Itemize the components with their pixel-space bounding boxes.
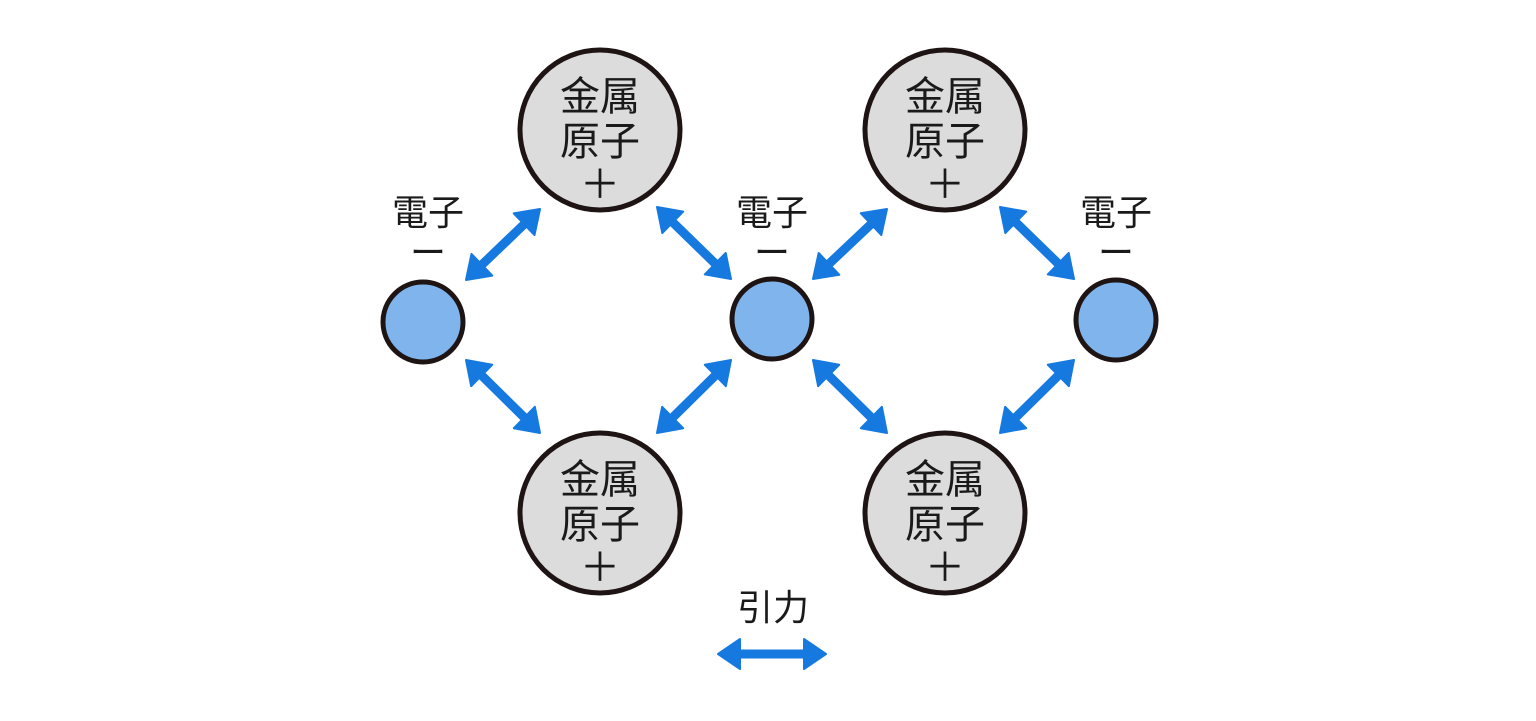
electron-left: 電子 ー xyxy=(380,193,466,365)
electron-center: 電子 ー xyxy=(729,193,815,362)
atom-label-line1: 金属 xyxy=(905,457,985,503)
metal-atom-top-right: 金属 原子 ＋ xyxy=(862,47,1028,213)
legend: 引力 xyxy=(717,588,827,670)
electron-charge-minus: ー xyxy=(754,233,790,274)
attraction-arrow xyxy=(999,359,1075,434)
electron-charge-minus: ー xyxy=(410,233,446,274)
attraction-arrow xyxy=(656,206,732,280)
atom-charge-plus: ＋ xyxy=(580,545,620,591)
legend-label: 引力 xyxy=(737,588,809,629)
metal-atom-top-left: 金属 原子 ＋ xyxy=(517,47,683,213)
atom-label-line2: 原子 xyxy=(560,119,640,165)
electron-label: 電子 xyxy=(1080,193,1152,234)
attraction-arrow xyxy=(999,206,1075,280)
metallic-bond-diagram: 金属 原子 ＋ 金属 原子 ＋ 金属 原子 ＋ 金属 原子 ＋ 電子 ー 電子 … xyxy=(380,47,1159,670)
atom-charge-plus: ＋ xyxy=(925,162,965,208)
atom-label-line2: 原子 xyxy=(905,502,985,548)
electron-label: 電子 xyxy=(736,193,808,234)
metal-atom-bottom-left: 金属 原子 ＋ xyxy=(517,430,683,596)
atom-label-line2: 原子 xyxy=(560,502,640,548)
attraction-arrow xyxy=(656,359,732,434)
electron-label: 電子 xyxy=(392,193,464,234)
legend-double-arrow xyxy=(717,638,827,670)
atom-charge-plus: ＋ xyxy=(925,545,965,591)
atom-charge-plus: ＋ xyxy=(580,162,620,208)
atom-label-line1: 金属 xyxy=(560,457,640,503)
attraction-arrow xyxy=(812,208,888,280)
legend-arrow xyxy=(717,638,827,670)
electron-charge-minus: ー xyxy=(1098,233,1134,274)
electron-right: 電子 ー xyxy=(1073,193,1159,363)
attraction-arrow xyxy=(465,208,541,281)
metal-atom-bottom-right: 金属 原子 ＋ xyxy=(862,430,1028,596)
attraction-arrow xyxy=(812,359,888,434)
atom-label-line2: 原子 xyxy=(905,119,985,165)
atom-label-line1: 金属 xyxy=(560,74,640,120)
atom-label-line1: 金属 xyxy=(905,74,985,120)
attraction-arrow xyxy=(465,359,541,434)
